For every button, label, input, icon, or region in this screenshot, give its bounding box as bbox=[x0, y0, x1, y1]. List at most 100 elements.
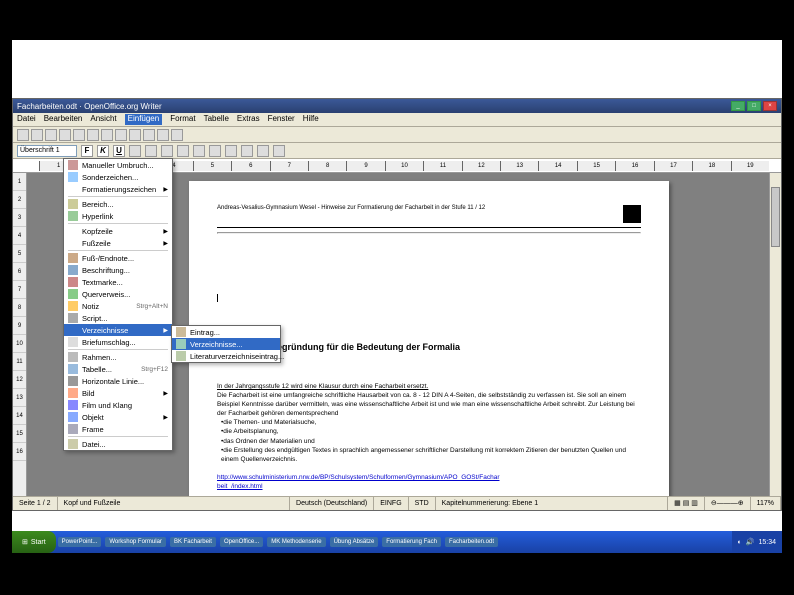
text-cursor bbox=[217, 294, 641, 302]
menu-item-objekt[interactable]: Objekt▶ bbox=[64, 411, 172, 423]
doc-link[interactable]: http://www.schulministerium.nrw.de/BP/Sc… bbox=[217, 474, 500, 481]
task-item[interactable]: Übung Absätze bbox=[330, 537, 379, 547]
body-paragraph: Die Facharbeit ist eine umfangreiche sch… bbox=[217, 391, 641, 418]
italic-button[interactable]: K bbox=[97, 145, 109, 157]
menu-item-sonderzeichen[interactable]: Sonderzeichen... bbox=[64, 171, 172, 183]
menu-item-horizontalelinie[interactable]: Horizontale Linie... bbox=[64, 375, 172, 387]
menu-item-hyperlink[interactable]: Hyperlink bbox=[64, 210, 172, 222]
vertical-ruler[interactable]: 12345678910111213141516 bbox=[13, 173, 27, 496]
menu-item-bereich[interactable]: Bereich... bbox=[64, 198, 172, 210]
tray-icon[interactable]: ◐ bbox=[738, 539, 742, 546]
task-item[interactable]: BK Facharbeit bbox=[170, 537, 216, 547]
tray-icon[interactable]: 🔊 bbox=[746, 538, 755, 546]
menu-item-notiz[interactable]: NotizStrg+Alt+N bbox=[64, 300, 172, 312]
task-item[interactable]: Facharbeiten.odt bbox=[445, 537, 498, 547]
save-icon[interactable] bbox=[45, 129, 57, 141]
minimize-button[interactable]: _ bbox=[731, 101, 745, 111]
menu-item-manuellerumbruch[interactable]: Manueller Umbruch... bbox=[64, 159, 172, 171]
menu-item-bild[interactable]: Bild▶ bbox=[64, 387, 172, 399]
menu-format[interactable]: Format bbox=[170, 114, 195, 125]
menu-item-icon bbox=[68, 160, 78, 170]
menu-item-textmarke[interactable]: Textmarke... bbox=[64, 276, 172, 288]
list-number-icon[interactable] bbox=[209, 145, 221, 157]
align-right-icon[interactable] bbox=[161, 145, 173, 157]
start-button[interactable]: ⊞ Start bbox=[12, 531, 56, 553]
menu-item-icon bbox=[68, 352, 78, 362]
list-bullet-icon[interactable] bbox=[193, 145, 205, 157]
menu-extras[interactable]: Extras bbox=[237, 114, 260, 125]
status-language[interactable]: Deutsch (Deutschland) bbox=[290, 497, 374, 510]
paragraph-style-select[interactable]: Überschrift 1 bbox=[17, 145, 77, 157]
submenu-item-literaturverzeichniseintrag[interactable]: Literaturverzeichniseintrag... bbox=[172, 350, 280, 362]
maximize-button[interactable]: □ bbox=[747, 101, 761, 111]
status-selection-mode[interactable]: STD bbox=[409, 497, 436, 510]
menu-bearbeiten[interactable]: Bearbeiten bbox=[44, 114, 83, 125]
task-item[interactable]: MK Methodenserie bbox=[267, 537, 325, 547]
menu-item-beschriftung[interactable]: Beschriftung... bbox=[64, 264, 172, 276]
menu-item-rahmen[interactable]: Rahmen... bbox=[64, 351, 172, 363]
menu-item-icon bbox=[68, 439, 78, 449]
menu-item-icon bbox=[68, 211, 78, 221]
menu-einfügen[interactable]: Einfügen bbox=[125, 114, 163, 125]
submenu-item-eintrag[interactable]: Eintrag... bbox=[172, 326, 280, 338]
menu-item-filmundklang[interactable]: Film und Klang bbox=[64, 399, 172, 411]
menu-item-icon bbox=[68, 412, 78, 422]
menu-item-briefumschlag[interactable]: Briefumschlag... bbox=[64, 336, 172, 348]
highlight-icon[interactable] bbox=[273, 145, 285, 157]
menu-datei[interactable]: Datei bbox=[17, 114, 36, 125]
vertical-scrollbar[interactable] bbox=[769, 173, 781, 496]
menu-item-icon bbox=[68, 289, 78, 299]
menu-item-kopfzeile[interactable]: Kopfzeile▶ bbox=[64, 225, 172, 237]
menu-ansicht[interactable]: Ansicht bbox=[90, 114, 116, 125]
align-justify-icon[interactable] bbox=[177, 145, 189, 157]
indent-more-icon[interactable] bbox=[241, 145, 253, 157]
close-button[interactable]: × bbox=[763, 101, 777, 111]
task-item[interactable]: Workshop Formular bbox=[105, 537, 166, 547]
print-icon[interactable] bbox=[59, 129, 71, 141]
windows-icon: ⊞ bbox=[22, 538, 28, 546]
status-view-icons[interactable]: ▦ ▤ ▥ bbox=[668, 497, 705, 510]
new-icon[interactable] bbox=[17, 129, 29, 141]
menu-item-fuzeile[interactable]: Fußzeile▶ bbox=[64, 237, 172, 249]
doc-link-tail[interactable]: beit_/index.html bbox=[217, 483, 263, 490]
status-insert-mode[interactable]: EINFG bbox=[374, 497, 408, 510]
paste-icon[interactable] bbox=[101, 129, 113, 141]
align-center-icon[interactable] bbox=[145, 145, 157, 157]
submenu-item-verzeichnisse[interactable]: Verzeichnisse... bbox=[172, 338, 280, 350]
menu-item-verzeichnisse[interactable]: Verzeichnisse▶ bbox=[64, 324, 172, 336]
system-tray[interactable]: ◐ 🔊 15:34 bbox=[732, 531, 782, 553]
status-zoom-slider[interactable]: ⊖———⊕ bbox=[705, 497, 751, 510]
menu-item-querverweis[interactable]: Querverweis... bbox=[64, 288, 172, 300]
menu-item-tabelle[interactable]: Tabelle...Strg+F12 bbox=[64, 363, 172, 375]
align-left-icon[interactable] bbox=[129, 145, 141, 157]
menu-item-icon bbox=[68, 364, 78, 374]
menu-item-datei[interactable]: Datei... bbox=[64, 438, 172, 450]
menu-item-script[interactable]: Script... bbox=[64, 312, 172, 324]
menu-item-fuendnote[interactable]: Fuß-/Endnote... bbox=[64, 252, 172, 264]
scrollbar-thumb[interactable] bbox=[771, 187, 780, 247]
menu-item-icon bbox=[68, 238, 78, 248]
task-item[interactable]: OpenOffice... bbox=[220, 537, 263, 547]
menu-fenster[interactable]: Fenster bbox=[268, 114, 295, 125]
indent-less-icon[interactable] bbox=[225, 145, 237, 157]
status-zoom[interactable]: 117% bbox=[751, 497, 781, 510]
help-icon[interactable] bbox=[171, 129, 183, 141]
menu-tabelle[interactable]: Tabelle bbox=[204, 114, 229, 125]
bullet-item: •das Ordnen der Materialien und bbox=[221, 437, 641, 446]
cut-icon[interactable] bbox=[73, 129, 85, 141]
font-color-icon[interactable] bbox=[257, 145, 269, 157]
redo-icon[interactable] bbox=[129, 129, 141, 141]
table-icon[interactable] bbox=[143, 129, 155, 141]
menu-item-formatierungszeichen[interactable]: Formatierungszeichen▶ bbox=[64, 183, 172, 195]
menu-hilfe[interactable]: Hilfe bbox=[303, 114, 319, 125]
undo-icon[interactable] bbox=[115, 129, 127, 141]
task-item[interactable]: PowerPoint... bbox=[58, 537, 102, 547]
clock[interactable]: 15:34 bbox=[758, 539, 776, 546]
bold-button[interactable]: F bbox=[81, 145, 93, 157]
menu-item-frame[interactable]: Frame bbox=[64, 423, 172, 435]
copy-icon[interactable] bbox=[87, 129, 99, 141]
find-icon[interactable] bbox=[157, 129, 169, 141]
underline-button[interactable]: U bbox=[113, 145, 125, 157]
open-icon[interactable] bbox=[31, 129, 43, 141]
task-item[interactable]: Formatierung Fach bbox=[382, 537, 441, 547]
